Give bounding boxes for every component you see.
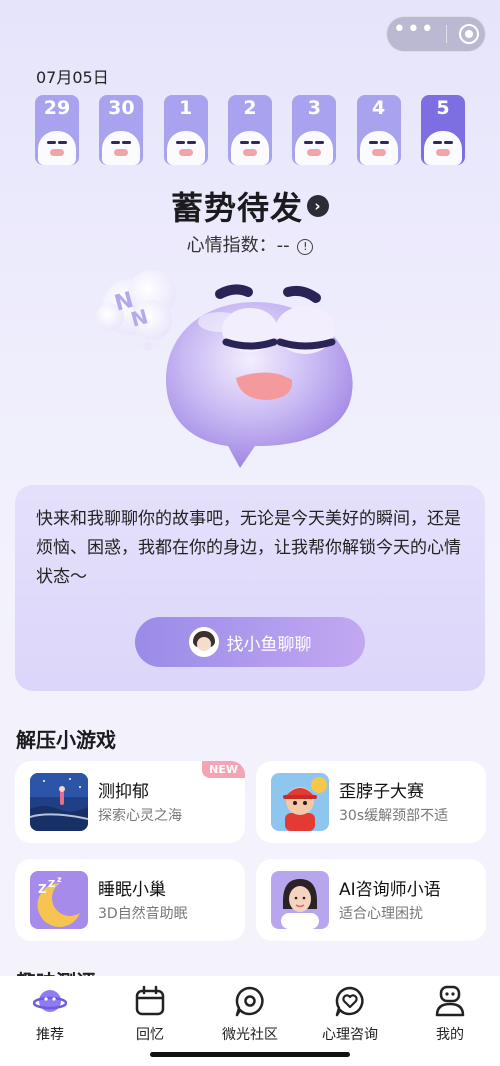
game-subtitle: 探索心灵之海 bbox=[98, 808, 182, 824]
mascot-illustration: N N bbox=[90, 262, 390, 472]
capsule-divider bbox=[446, 25, 448, 43]
game-title: 测抑郁 bbox=[98, 782, 149, 802]
tab-label: 我的 bbox=[436, 1027, 464, 1043]
counselor-portrait-thumbnail bbox=[271, 871, 329, 929]
day-number: 29 bbox=[43, 97, 71, 119]
day-strip: 29 30 1 2 3 4 5 bbox=[35, 95, 465, 165]
chat-button-label: 找小鱼聊聊 bbox=[226, 634, 312, 655]
tab-label: 回忆 bbox=[136, 1027, 164, 1043]
chat-prompt-text: 快来和我聊聊你的故事吧，无论是今天美好的瞬间，还是烦恼、困惑，我都在你的身边，让… bbox=[36, 509, 461, 587]
day-number: 3 bbox=[307, 97, 321, 119]
close-target-icon[interactable] bbox=[459, 24, 480, 44]
mood-face-icon bbox=[423, 131, 462, 165]
game-card-depression-test[interactable]: 测抑郁 探索心灵之海 NEW bbox=[15, 761, 245, 843]
game-subtitle: 适合心理困扰 bbox=[339, 906, 423, 922]
miniprogram-capsule: ••• bbox=[386, 16, 486, 52]
game-card-neck-contest[interactable]: 歪脖子大赛 30s缓解颈部不适 bbox=[256, 761, 486, 843]
day-number: 1 bbox=[179, 97, 193, 119]
tab-label: 推荐 bbox=[36, 1027, 64, 1043]
game-title: AI咨询师小语 bbox=[339, 880, 441, 900]
day-number: 30 bbox=[108, 97, 135, 119]
svg-text:Z: Z bbox=[48, 879, 55, 890]
planet-icon bbox=[32, 984, 68, 1018]
tab-recommend[interactable]: 推荐 bbox=[10, 984, 90, 1044]
day-card[interactable]: 29 bbox=[35, 95, 79, 165]
heart-chat-icon bbox=[333, 984, 367, 1018]
day-card[interactable]: 2 bbox=[227, 95, 272, 165]
mood-face-icon bbox=[38, 131, 76, 165]
sleep-moon-thumbnail: Z Z z bbox=[30, 871, 88, 929]
day-card[interactable]: 4 bbox=[356, 95, 401, 165]
mood-face-icon bbox=[295, 131, 334, 165]
tab-mine[interactable]: 我的 bbox=[410, 984, 490, 1044]
tab-label: 微光社区 bbox=[222, 1027, 278, 1043]
tab-label: 心理咨询 bbox=[322, 1027, 378, 1043]
game-title: 睡眠小巢 bbox=[98, 880, 166, 900]
calendar-icon bbox=[133, 984, 167, 1018]
tab-community[interactable]: 微光社区 bbox=[210, 984, 290, 1044]
new-badge: NEW bbox=[202, 761, 245, 778]
mood-index-label: 心情指数：-- bbox=[186, 235, 290, 256]
day-card[interactable]: 30 bbox=[99, 95, 144, 165]
chat-with-xiaoyu-button[interactable]: 找小鱼聊聊 bbox=[135, 617, 365, 667]
mood-index: 心情指数：-- ! bbox=[0, 231, 500, 257]
mood-title-text: 蓄势待发 bbox=[170, 189, 303, 227]
game-subtitle: 3D自然音助眠 bbox=[98, 906, 188, 922]
tab-counseling[interactable]: 心理咨询 bbox=[310, 984, 390, 1044]
day-card[interactable]: 3 bbox=[292, 95, 337, 165]
svg-text:Z: Z bbox=[38, 882, 47, 896]
day-number: 2 bbox=[243, 97, 257, 119]
game-card-sleep-nest[interactable]: Z Z z 睡眠小巢 3D自然音助眠 bbox=[15, 859, 245, 941]
ocean-night-thumbnail bbox=[30, 773, 88, 831]
info-icon[interactable]: ! bbox=[297, 239, 314, 255]
games-section-title: 解压小游戏 bbox=[16, 728, 116, 752]
mood-title[interactable]: 蓄势待发 › bbox=[0, 183, 500, 229]
day-card[interactable]: 1 bbox=[163, 95, 208, 165]
svg-text:z: z bbox=[57, 875, 62, 884]
more-icon[interactable]: ••• bbox=[393, 19, 435, 41]
mood-face-icon bbox=[166, 131, 205, 165]
sleep-cloud-icon: N N bbox=[96, 270, 176, 351]
chevron-right-icon: › bbox=[307, 195, 329, 217]
mood-face-icon bbox=[230, 131, 269, 165]
home-indicator[interactable] bbox=[150, 1052, 350, 1057]
chat-prompt-card: 快来和我聊聊你的故事吧，无论是今天美好的瞬间，还是烦恼、困惑，我都在你的身边，让… bbox=[15, 485, 485, 691]
day-card-today[interactable]: 5 bbox=[420, 95, 465, 165]
game-title: 歪脖子大赛 bbox=[339, 782, 424, 802]
boy-cap-thumbnail bbox=[271, 773, 329, 831]
game-subtitle: 30s缓解颈部不适 bbox=[339, 808, 449, 824]
avatar bbox=[188, 627, 219, 657]
current-date: 07月05日 bbox=[36, 68, 109, 87]
mood-face-icon bbox=[102, 131, 141, 165]
game-card-ai-counselor[interactable]: AI咨询师小语 适合心理困扰 bbox=[256, 859, 486, 941]
day-number: 4 bbox=[372, 97, 386, 119]
robot-profile-icon bbox=[433, 984, 467, 1018]
chat-circle-icon bbox=[233, 984, 267, 1018]
day-number: 5 bbox=[436, 97, 450, 119]
mood-face-icon bbox=[359, 131, 398, 165]
tab-memory[interactable]: 回忆 bbox=[110, 984, 190, 1044]
